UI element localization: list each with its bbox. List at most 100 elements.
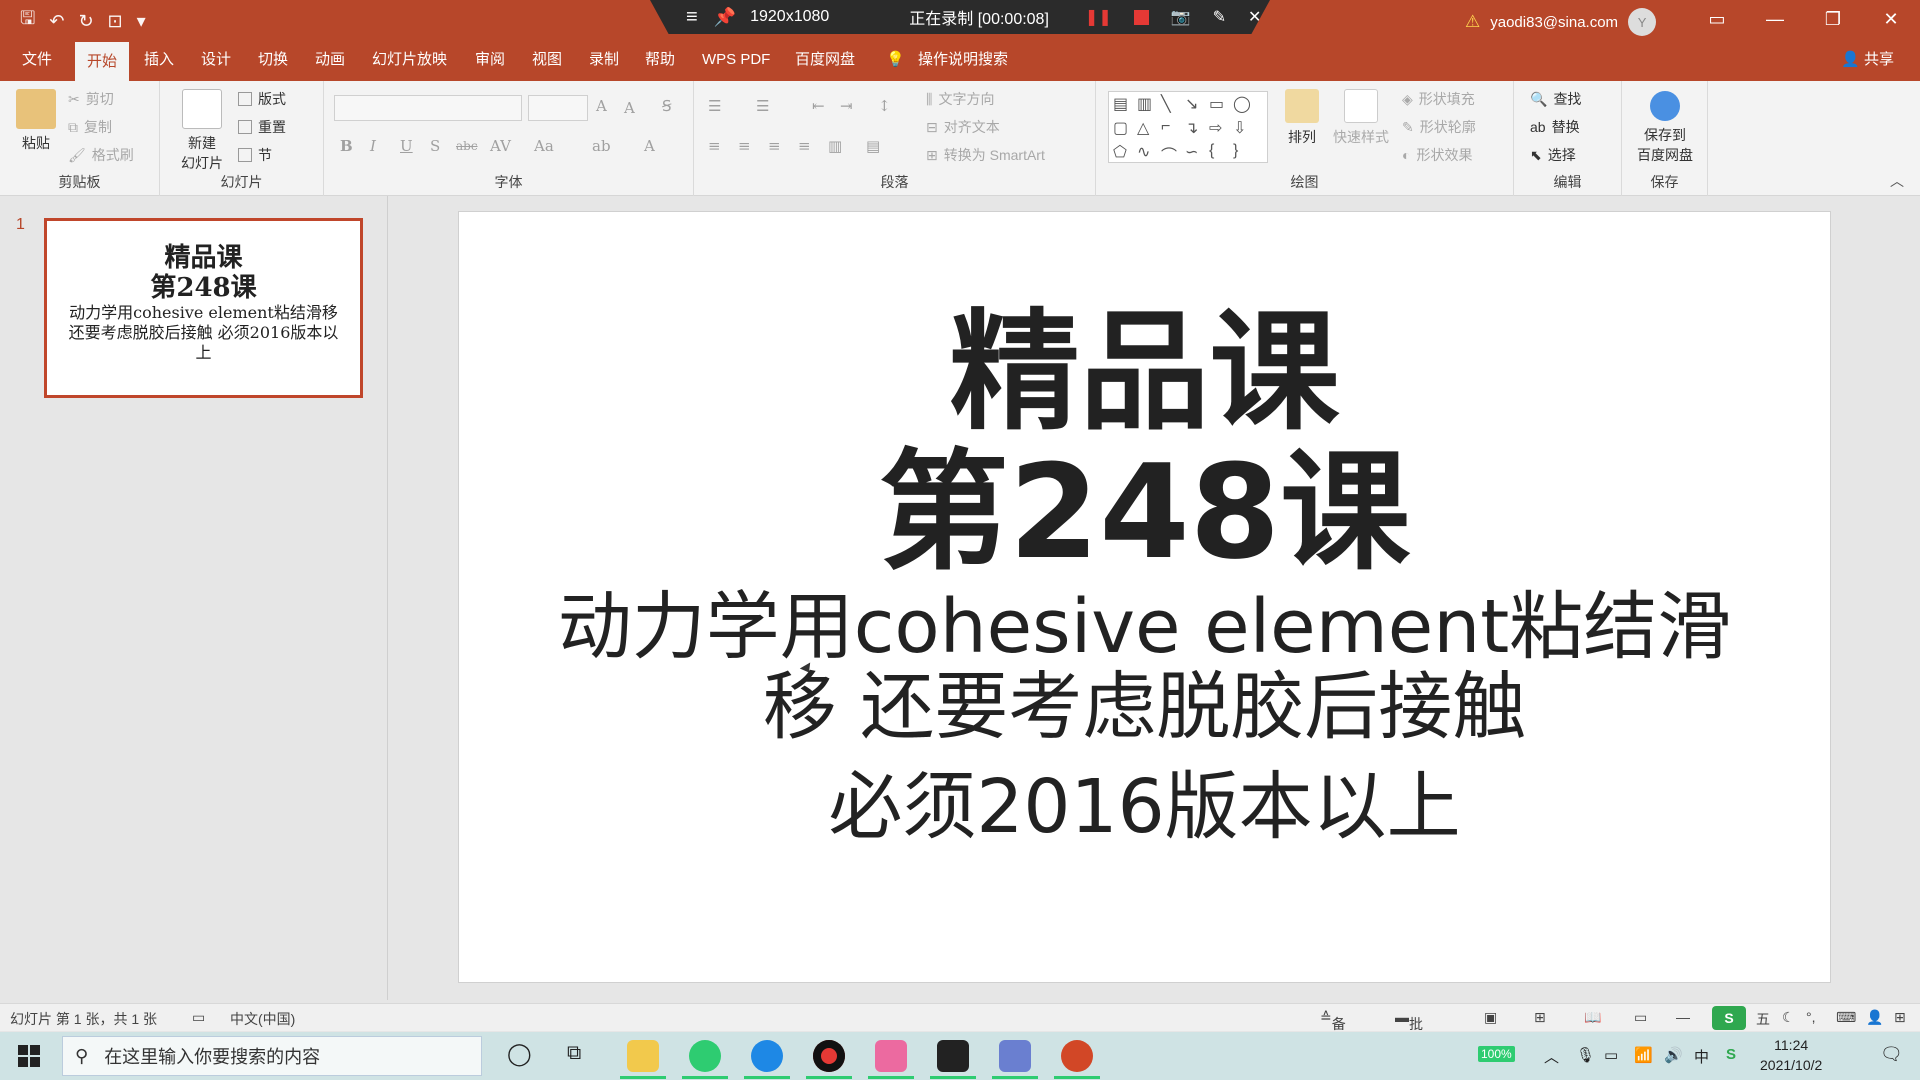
align-center-icon[interactable]: ≡ [738, 137, 751, 155]
font-color-icon[interactable]: A [644, 137, 655, 155]
arc-icon[interactable]: ⌒ [1161, 142, 1185, 166]
sogou-tray-icon[interactable]: S [1726, 1046, 1736, 1063]
elbow-connector-icon[interactable]: ↴ [1185, 118, 1209, 142]
down-arrow-icon[interactable]: ⇩ [1233, 118, 1257, 142]
network-icon[interactable]: 📶 [1634, 1046, 1653, 1064]
triangle-icon[interactable]: △ [1137, 118, 1161, 142]
align-right-icon[interactable]: ≡ [768, 137, 781, 155]
columns-icon[interactable]: ▤ [866, 137, 880, 155]
quick-styles-button[interactable]: 快速样式 [1328, 89, 1394, 147]
grid-icon[interactable]: ⊞ [1894, 1009, 1906, 1026]
notification-icon[interactable]: 🗨 [1880, 1044, 1903, 1065]
tell-me-search[interactable]: 操作说明搜索 [918, 38, 1008, 81]
ribbon-display-icon[interactable]: ▭ [1688, 0, 1746, 38]
punctuation-icon[interactable]: °, [1806, 1009, 1816, 1025]
stop-icon[interactable] [1133, 9, 1149, 25]
shadow-icon[interactable]: S [430, 137, 440, 155]
collapse-ribbon-icon[interactable]: ︿ [1890, 171, 1904, 191]
curve-icon[interactable]: ∽ [1185, 142, 1209, 166]
ime-mode[interactable]: 五 [1756, 1009, 1770, 1029]
file-explorer-icon[interactable] [627, 1040, 659, 1072]
system-clock[interactable]: 11:24 2021/10/2 [1760, 1035, 1822, 1075]
customize-qat-icon[interactable]: ▾ [137, 11, 146, 32]
avatar[interactable]: Y [1628, 8, 1657, 36]
keyboard-icon[interactable]: ⌨ [1836, 1009, 1856, 1026]
pen-icon[interactable]: ✎ [1213, 7, 1226, 27]
format-painter-button[interactable]: 🖌 格式刷 [68, 145, 134, 165]
shape-fill-button[interactable]: ◈ 形状填充 [1402, 89, 1475, 109]
camera-icon[interactable]: 📷 [1171, 7, 1191, 27]
app-icon[interactable] [999, 1040, 1031, 1072]
pin-icon[interactable]: 📌 [714, 7, 736, 28]
tab-help[interactable]: 帮助 [645, 38, 675, 81]
shape-outline-button[interactable]: ✎ 形状轮廓 [1402, 117, 1476, 137]
section-button[interactable]: 节 [238, 145, 272, 165]
tab-wps-pdf[interactable]: WPS PDF [702, 38, 770, 81]
vertical-textbox-icon[interactable]: ▥ [1137, 94, 1161, 118]
slide-thumbnail[interactable]: 精品课 第248课 动力学用cohesive element粘结滑移 还要考虑脱… [44, 218, 363, 398]
zoom-out-icon[interactable]: — [1676, 1009, 1690, 1025]
freeform-icon[interactable]: ⬠ [1113, 142, 1137, 166]
share-button[interactable]: 👤 共享 [1841, 38, 1894, 81]
restore-button[interactable]: ❐ [1804, 0, 1862, 38]
comments-button[interactable]: ▬ 批注 [1395, 1009, 1423, 1052]
tab-view[interactable]: 视图 [532, 38, 562, 81]
slide-body-line-1[interactable]: 动力学用cohesive element粘结滑 [459, 587, 1830, 667]
scribble-icon[interactable]: ∿ [1137, 142, 1161, 166]
sogou-ime-icon[interactable]: S [1712, 1006, 1746, 1030]
screen-recorder-icon[interactable] [813, 1040, 845, 1072]
align-text-button[interactable]: ⊟ 对齐文本 [926, 117, 1000, 137]
redo-icon[interactable]: ↻ [78, 11, 93, 32]
new-slide-button[interactable]: 新建 幻灯片 [170, 89, 234, 173]
tab-record[interactable]: 录制 [589, 38, 619, 81]
arrange-button[interactable]: 排列 [1280, 89, 1324, 147]
tab-file[interactable]: 文件 [22, 38, 52, 81]
cut-button[interactable]: ✂ 剪切 [68, 89, 114, 109]
char-spacing-icon[interactable]: AV [490, 137, 511, 155]
line-spacing-icon[interactable]: ↕ [878, 97, 891, 115]
shapes-gallery[interactable]: ▤ ▥ ╲ ↘ ▭ ◯ ▢ △ ⌐ ↴ ⇨ ⇩ ⬠ ∿ ⌒ ∽{} [1108, 91, 1268, 166]
powerpoint-icon[interactable] [1061, 1040, 1093, 1072]
microphone-icon[interactable]: 🎙 [1576, 1046, 1595, 1064]
normal-view-icon[interactable]: ▣ [1484, 1009, 1497, 1026]
underline-icon[interactable]: U [400, 137, 413, 155]
decrease-indent-icon[interactable]: ⇤ [812, 97, 825, 115]
change-case-icon[interactable]: Aa [534, 137, 554, 155]
arrow-line-icon[interactable]: ↘ [1185, 94, 1209, 118]
user-icon[interactable]: 👤 [1866, 1009, 1883, 1026]
tab-animations[interactable]: 动画 [315, 38, 345, 81]
tab-baidu-netdisk[interactable]: 百度网盘 [795, 38, 855, 81]
distributed-icon[interactable]: ▥ [828, 137, 842, 155]
accessibility-icon[interactable]: ▭ [192, 1009, 205, 1026]
battery-icon[interactable]: ▭ [1604, 1046, 1618, 1064]
tab-review[interactable]: 审阅 [475, 38, 505, 81]
slide-sorter-icon[interactable]: ⊞ [1534, 1009, 1546, 1026]
pause-icon[interactable]: ❚❚ [1085, 7, 1112, 27]
strikethrough-icon[interactable]: abc [456, 139, 478, 153]
select-button[interactable]: ⬉ 选择 [1530, 145, 1576, 165]
close-button[interactable]: ✕ [1862, 0, 1920, 38]
textbox-shape-icon[interactable]: ▤ [1113, 94, 1137, 118]
layout-button[interactable]: 版式 [238, 89, 286, 109]
line-shape-icon[interactable]: ╲ [1161, 94, 1185, 118]
left-brace-icon[interactable]: { [1209, 142, 1233, 166]
save-to-baidu-button[interactable]: 保存到 百度网盘 [1628, 91, 1702, 165]
battery-indicator[interactable]: 100% [1478, 1046, 1515, 1062]
numbering-icon[interactable]: ☰ [756, 97, 769, 115]
tab-slideshow[interactable]: 幻灯片放映 [372, 38, 447, 81]
language-indicator[interactable]: 中文(中国) [230, 1009, 295, 1029]
account-area[interactable]: ⚠ yaodi83@sina.com Y [1465, 8, 1657, 36]
terminal-icon[interactable] [937, 1040, 969, 1072]
wechat-icon[interactable] [689, 1040, 721, 1072]
undo-icon[interactable]: ↶ [49, 11, 64, 32]
chevron-up-icon[interactable]: ︿ [1544, 1046, 1559, 1067]
notes-button[interactable]: ≙ 备注 [1320, 1009, 1346, 1052]
shrink-font-icon[interactable]: A [624, 99, 635, 117]
taskbar-search[interactable]: ⚲ 在这里输入你要搜索的内容 [62, 1036, 482, 1076]
right-brace-icon[interactable]: } [1233, 142, 1257, 166]
clear-format-icon[interactable]: Ꞩ [662, 97, 672, 115]
reading-view-icon[interactable]: 📖 [1584, 1009, 1601, 1026]
highlight-icon[interactable]: ab [592, 137, 611, 155]
cortana-icon[interactable]: ◯ [507, 1041, 532, 1067]
slide-title-1[interactable]: 精品课 [459, 302, 1830, 442]
